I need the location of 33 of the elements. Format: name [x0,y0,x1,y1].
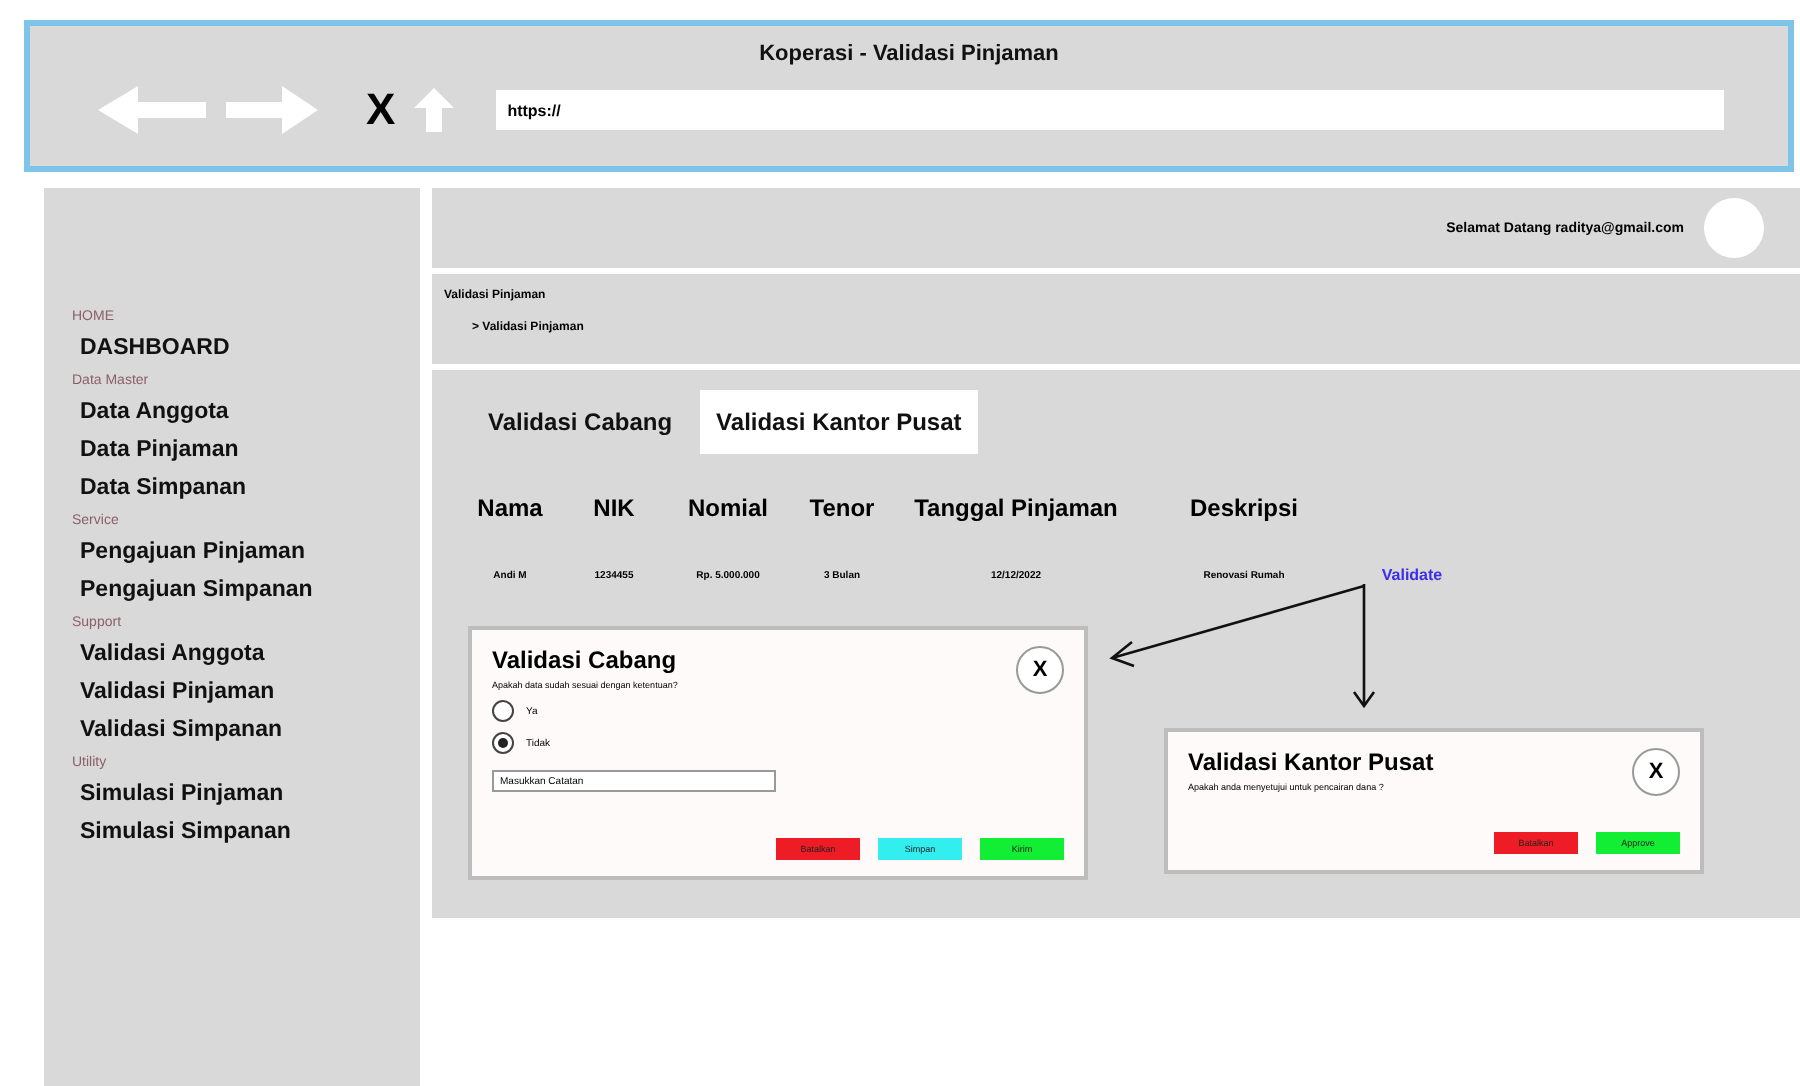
close-button[interactable]: X [1632,748,1680,796]
column-header: Tanggal Pinjaman [912,494,1120,522]
avatar[interactable] [1704,198,1764,258]
tab[interactable]: Validasi Cabang [472,390,689,454]
column-header: NIK [591,494,637,522]
sidebar-item[interactable]: Data Anggota [76,394,420,432]
dialog-title: Validasi Kantor Pusat [1188,748,1434,776]
sidebar-item[interactable]: DASHBOARD [76,330,420,368]
column-header: Nama [475,494,545,522]
column-header: Tenor [807,494,877,522]
sidebar-item[interactable]: Validasi Simpanan [76,712,420,750]
sidebar-item[interactable]: Simulasi Simpanan [76,814,420,852]
close-button[interactable]: X [1016,646,1064,694]
sidebar-item[interactable]: Validasi Pinjaman [76,674,420,712]
validate-link[interactable]: Validate [1352,566,1472,584]
sidebar-item[interactable]: Data Pinjaman [76,432,420,470]
radio-button[interactable] [492,700,514,722]
sidebar-item[interactable]: Pengajuan Pinjaman [76,534,420,572]
sidebar-item[interactable]: Validasi Anggota [76,636,420,674]
column-header: Nomial [685,494,770,522]
column-header: Deskripsi [1187,494,1301,522]
sidebar-item[interactable]: Data Simpanan [76,470,420,508]
sidebar-item[interactable]: Pengajuan Simpanan [76,572,420,610]
forward-arrow-icon[interactable] [222,82,322,138]
radio-button[interactable] [492,732,514,754]
url-field[interactable]: https:// [495,90,1724,130]
tab[interactable]: Validasi Kantor Pusat [700,390,978,454]
up-arrow-icon[interactable] [411,86,456,134]
window-title: Koperasi - Validasi Pinjaman [759,42,1059,66]
back-arrow-icon[interactable] [94,82,210,138]
dialog-title: Validasi Cabang [492,646,677,674]
close-button[interactable]: X [362,84,400,136]
sidebar-item[interactable]: Simulasi Pinjaman [76,776,420,814]
